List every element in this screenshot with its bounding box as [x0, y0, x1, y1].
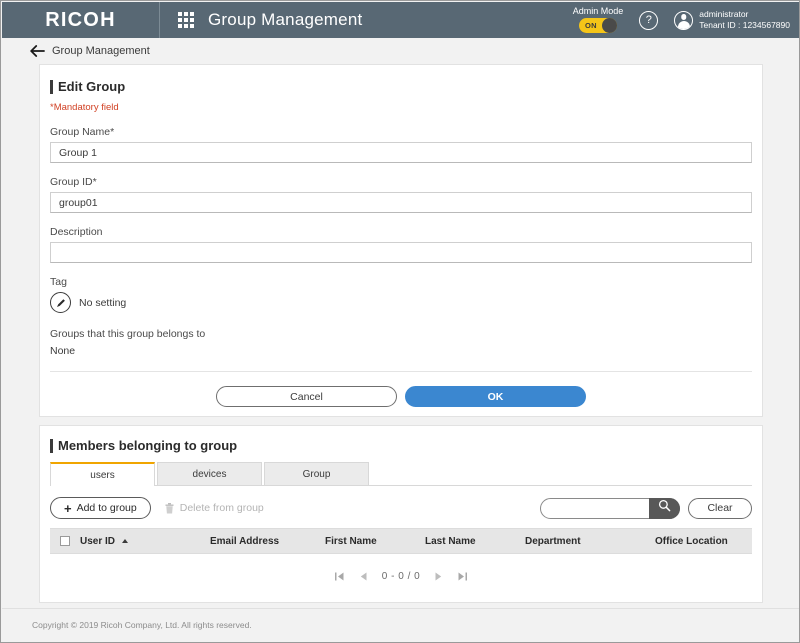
group-name-label: Group Name*: [50, 126, 115, 138]
page-next-icon[interactable]: [434, 571, 443, 582]
search-button[interactable]: [649, 497, 680, 519]
tag-field-group: Tag No setting: [50, 276, 752, 313]
cancel-button[interactable]: Cancel: [216, 386, 397, 407]
group-id-input[interactable]: [50, 192, 752, 213]
edit-group-card: Edit Group *Mandatory field Group Name* …: [39, 64, 763, 417]
admin-mode-toggle[interactable]: ON: [578, 18, 617, 34]
members-tabs: users devices Group: [50, 462, 752, 486]
brand-logo[interactable]: RICOH: [2, 2, 160, 38]
column-header-user-id[interactable]: User ID: [76, 528, 206, 554]
members-section: Members belonging to group users devices…: [40, 426, 762, 582]
select-all-header[interactable]: [50, 528, 76, 554]
description-label: Description: [50, 226, 103, 238]
toggle-knob: [601, 18, 617, 34]
edit-group-title: Edit Group: [50, 79, 752, 94]
admin-mode-state: ON: [584, 20, 597, 30]
add-to-group-button[interactable]: + Add to group: [50, 497, 151, 519]
description-field-group: Description: [50, 226, 752, 263]
column-header-last-name[interactable]: Last Name: [421, 528, 521, 554]
delete-from-group-label: Delete from group: [179, 502, 264, 514]
form-divider: [50, 371, 752, 372]
ok-button[interactable]: OK: [405, 386, 586, 407]
apps-grid-icon[interactable]: [178, 11, 196, 29]
members-toolbar: + Add to group Delete from group Clear: [50, 497, 752, 519]
page-last-icon[interactable]: [457, 571, 468, 582]
mandatory-field-note: *Mandatory field: [50, 102, 119, 113]
add-to-group-label: Add to group: [76, 502, 137, 514]
page-title: Group Management: [208, 10, 363, 29]
pagination: 0 - 0 / 0: [50, 571, 752, 582]
breadcrumb[interactable]: Group Management: [2, 38, 799, 64]
app-window: RICOH Group Management Admin Mode ON ? a…: [0, 0, 800, 643]
description-input[interactable]: [50, 242, 752, 263]
group-id-label: Group ID*: [50, 176, 97, 188]
tag-label: Tag: [50, 276, 67, 288]
help-icon[interactable]: ?: [639, 10, 659, 30]
top-header-bar: RICOH Group Management Admin Mode ON ? a…: [2, 2, 799, 38]
table-header-row: User ID Email Address First Name Last Na…: [50, 528, 752, 554]
members-card: Members belonging to group users devices…: [39, 425, 763, 603]
tab-users[interactable]: users: [50, 462, 155, 486]
tenant-id: Tenant ID : 1234567890: [699, 20, 790, 30]
user-account-menu[interactable]: administrator Tenant ID : 1234567890: [674, 9, 790, 30]
tag-value: No setting: [79, 296, 127, 309]
avatar-icon: [674, 10, 694, 30]
edit-group-form: Edit Group *Mandatory field Group Name* …: [40, 65, 762, 407]
members-table: User ID Email Address First Name Last Na…: [50, 528, 752, 554]
column-header-email-address[interactable]: Email Address: [206, 528, 321, 554]
footer: Copyright © 2019 Ricoh Company, Ltd. All…: [2, 608, 799, 641]
brand-logo-text: RICOH: [45, 8, 116, 31]
trash-icon: [165, 502, 174, 514]
group-id-field-group: Group ID*: [50, 176, 752, 213]
form-actions: Cancel OK: [50, 386, 752, 407]
belongs-to-value: None: [50, 345, 76, 357]
select-all-checkbox[interactable]: [60, 535, 70, 546]
belongs-to-label: Groups that this group belongs to: [50, 328, 206, 340]
clear-button[interactable]: Clear: [688, 497, 752, 519]
pagination-count: 0 - 0 / 0: [381, 571, 421, 582]
user-info: administrator Tenant ID : 1234567890: [699, 9, 790, 30]
copyright-text: Copyright © 2019 Ricoh Company, Ltd. All…: [32, 620, 252, 630]
admin-mode-control[interactable]: Admin Mode ON: [572, 5, 624, 34]
search-icon: [658, 499, 671, 517]
members-table-head: User ID Email Address First Name Last Na…: [50, 528, 752, 554]
column-label-user-id: User ID: [80, 535, 116, 547]
plus-icon: +: [64, 500, 72, 516]
pencil-edit-icon[interactable]: [50, 292, 71, 313]
header-right-cluster: Admin Mode ON ? administrator Tenant ID …: [572, 2, 799, 38]
members-title: Members belonging to group: [50, 438, 752, 453]
admin-mode-label: Admin Mode: [572, 5, 624, 16]
column-header-office-location[interactable]: Office Location: [651, 528, 752, 554]
column-header-department[interactable]: Department: [521, 528, 651, 554]
sort-ascending-icon: [121, 538, 128, 543]
tab-devices[interactable]: devices: [157, 462, 262, 485]
back-arrow-icon[interactable]: [30, 45, 45, 57]
search-zone: Clear: [540, 497, 752, 519]
column-header-first-name[interactable]: First Name: [321, 528, 421, 554]
page-prev-icon[interactable]: [359, 571, 368, 582]
tab-group[interactable]: Group: [264, 462, 369, 485]
page-first-icon[interactable]: [334, 571, 345, 582]
help-glyph: ?: [645, 14, 652, 26]
group-name-input[interactable]: [50, 142, 752, 163]
user-name: administrator: [699, 9, 749, 20]
breadcrumb-label[interactable]: Group Management: [52, 45, 150, 57]
group-name-field-group: Group Name*: [50, 126, 752, 163]
delete-from-group-button[interactable]: Delete from group: [165, 502, 264, 514]
search-wrap: [540, 497, 680, 519]
tag-row[interactable]: No setting: [50, 292, 752, 313]
